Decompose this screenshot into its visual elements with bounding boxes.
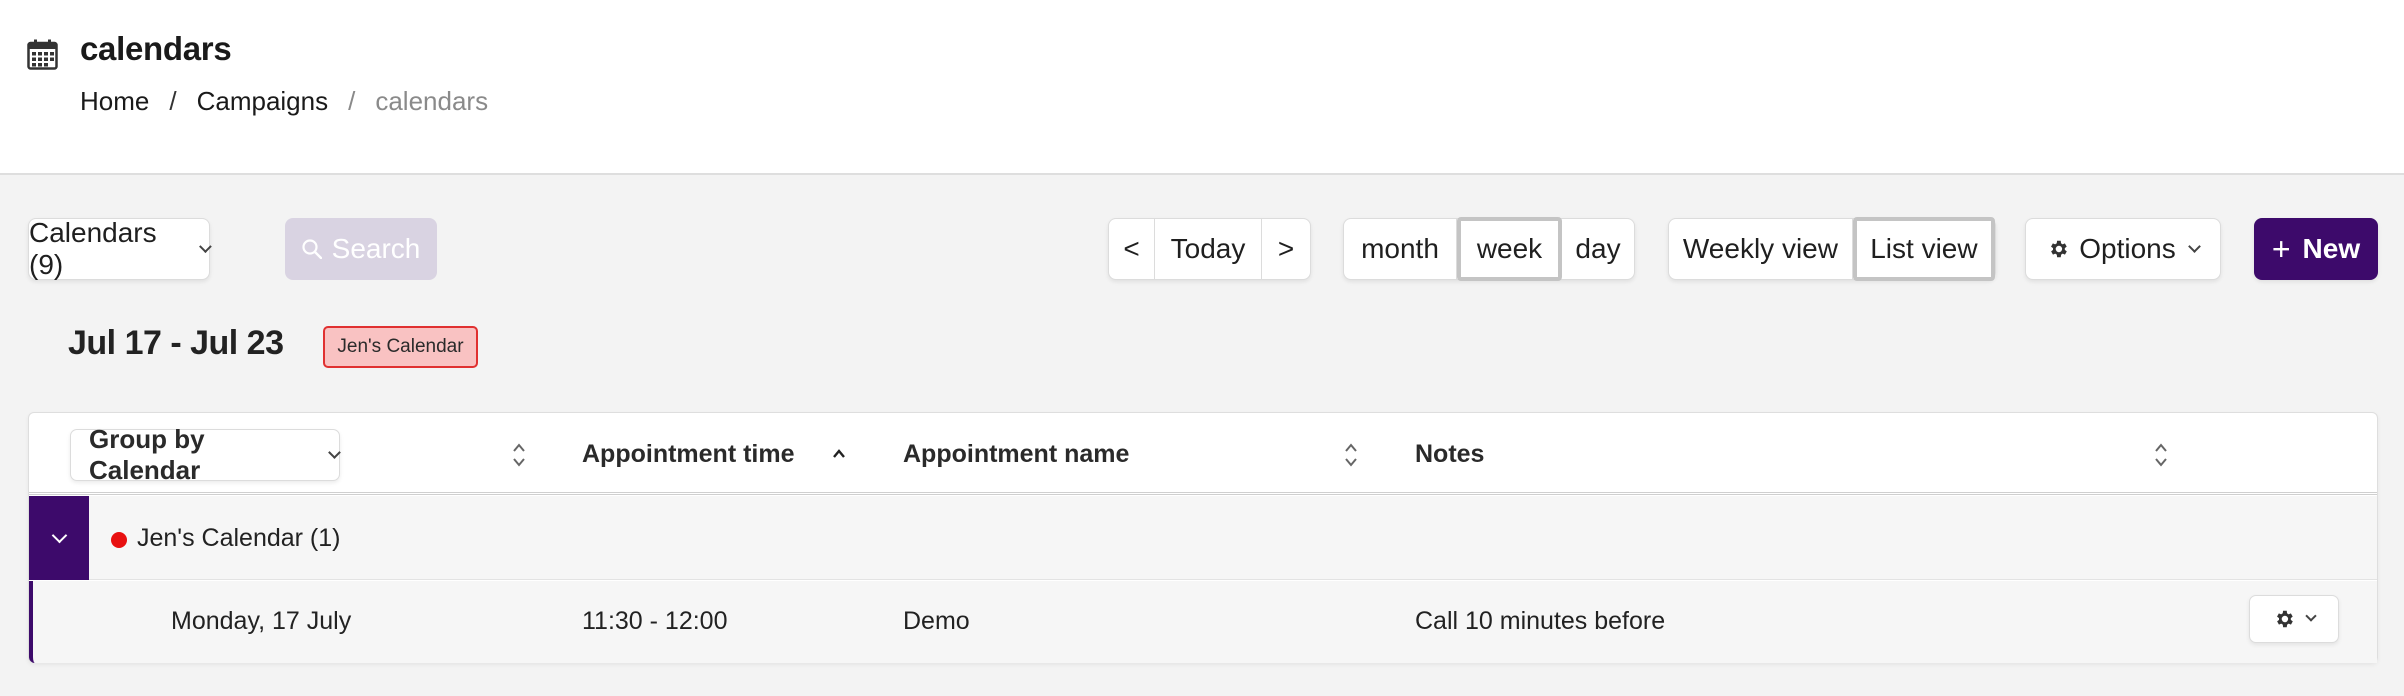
day-view-button[interactable]: day bbox=[1562, 219, 1634, 279]
group-by-label: Group by Calendar bbox=[89, 424, 205, 485]
week-view-button[interactable]: week bbox=[1457, 217, 1562, 281]
calendars-dropdown[interactable]: Calendars (9) bbox=[28, 217, 211, 280]
options-dropdown[interactable]: Options bbox=[2025, 218, 2221, 280]
column-header-notes[interactable]: Notes bbox=[1415, 413, 1484, 495]
breadcrumb: Home / Campaigns / calendars bbox=[80, 86, 488, 117]
date-navigation: < Today > bbox=[1108, 218, 1311, 280]
sort-icon[interactable] bbox=[1343, 441, 1359, 469]
appointment-time: 11:30 - 12:00 bbox=[582, 607, 728, 635]
search-button-label: Search bbox=[331, 233, 421, 264]
appointment-notes: Call 10 minutes before bbox=[1415, 607, 1666, 635]
new-button-label: New bbox=[2302, 233, 2361, 264]
today-button[interactable]: Today bbox=[1155, 219, 1262, 279]
next-button[interactable]: > bbox=[1262, 219, 1310, 279]
column-header-time[interactable]: Appointment time bbox=[582, 413, 795, 495]
view-range-switch: month week day bbox=[1343, 217, 1635, 281]
group-collapse-toggle[interactable] bbox=[29, 496, 89, 580]
gear-icon bbox=[2277, 610, 2293, 628]
plus-icon: + bbox=[2271, 230, 2291, 267]
sort-icon[interactable] bbox=[511, 441, 527, 469]
calendar-color-dot bbox=[111, 532, 127, 548]
group-row: Jen's Calendar (1) bbox=[29, 496, 2377, 580]
sort-icon[interactable] bbox=[2153, 441, 2169, 469]
calendar-icon bbox=[27, 39, 58, 70]
list-view-button[interactable]: List view bbox=[1852, 217, 1995, 281]
sort-ascending-icon[interactable] bbox=[831, 441, 847, 469]
gear-icon bbox=[2051, 240, 2068, 258]
chevron-down-icon bbox=[198, 239, 211, 253]
page-title: calendars bbox=[80, 30, 232, 67]
column-header-name[interactable]: Appointment name bbox=[903, 413, 1129, 495]
breadcrumb-home[interactable]: Home bbox=[80, 86, 149, 117]
view-mode-switch: Weekly view List view bbox=[1668, 217, 1996, 281]
group-by-dropdown[interactable]: Group by Calendar bbox=[70, 424, 341, 485]
chevron-down-icon bbox=[2305, 610, 2317, 622]
breadcrumb-separator: / bbox=[169, 86, 177, 116]
search-button[interactable]: Search bbox=[285, 218, 437, 280]
prev-button[interactable]: < bbox=[1109, 219, 1155, 279]
row-actions-dropdown[interactable] bbox=[2249, 595, 2339, 643]
table-row[interactable]: Monday, 17 July 11:30 - 12:00 Demo Call … bbox=[29, 581, 2377, 663]
breadcrumb-current: calendars bbox=[375, 86, 489, 116]
page-header: calendars Home / Campaigns / calendars bbox=[0, 0, 2404, 175]
chevron-down-icon bbox=[51, 527, 67, 543]
new-button[interactable]: + New bbox=[2254, 218, 2378, 280]
appointment-date: Monday, 17 July bbox=[171, 607, 352, 635]
appointment-name: Demo bbox=[903, 607, 970, 635]
appointments-table: Group by Calendar Appointment time Appoi… bbox=[28, 412, 2378, 663]
chevron-down-icon bbox=[328, 445, 341, 459]
weekly-view-button[interactable]: Weekly view bbox=[1669, 219, 1853, 279]
breadcrumb-separator: / bbox=[348, 86, 356, 116]
search-icon bbox=[302, 239, 322, 259]
calendar-filter-tag[interactable]: Jen's Calendar bbox=[323, 326, 478, 368]
chevron-down-icon bbox=[2187, 239, 2201, 253]
calendars-dropdown-label: Calendars (9) bbox=[29, 217, 157, 280]
date-range-label: Jul 17 - Jul 23 bbox=[68, 324, 284, 362]
table-header: Group by Calendar Appointment time Appoi… bbox=[29, 413, 2377, 495]
options-label: Options bbox=[2079, 233, 2176, 264]
group-label: Jen's Calendar (1) bbox=[137, 524, 341, 552]
month-view-button[interactable]: month bbox=[1344, 219, 1457, 279]
breadcrumb-campaigns[interactable]: Campaigns bbox=[197, 86, 329, 117]
